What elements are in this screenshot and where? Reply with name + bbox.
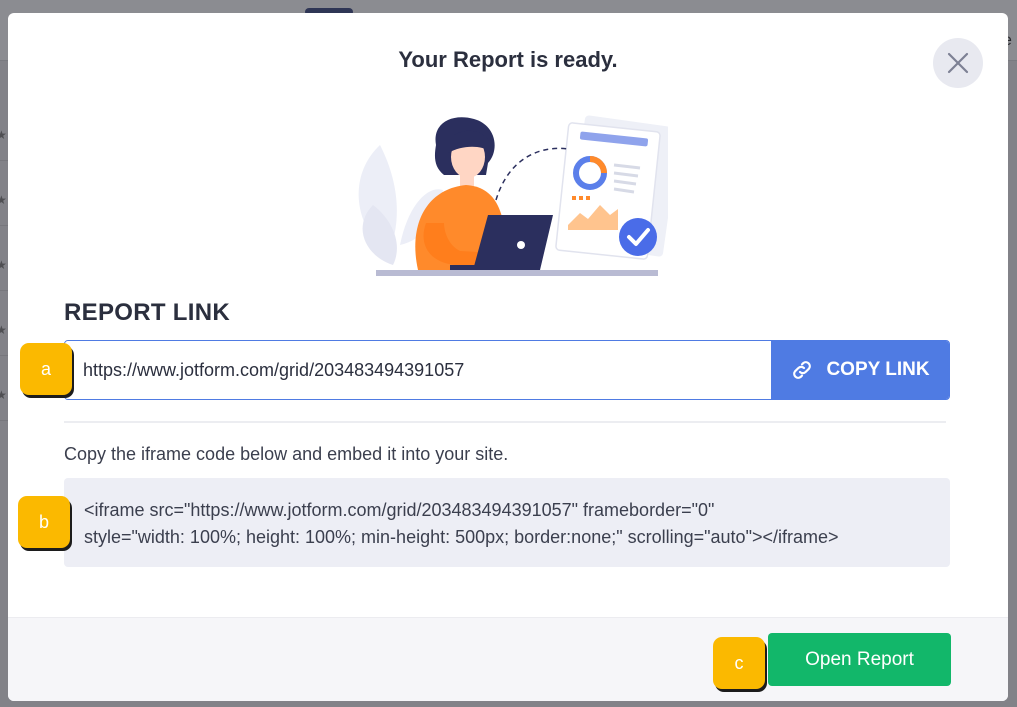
- report-ready-modal: Your Report is ready. REPORT LINK https:…: [8, 13, 1008, 701]
- check-badge-icon: [619, 218, 657, 256]
- report-link-label: REPORT LINK: [64, 299, 230, 326]
- annotation-marker-c: c: [713, 637, 765, 689]
- annotation-marker-a: a: [20, 343, 72, 395]
- open-report-button[interactable]: Open Report: [768, 633, 951, 686]
- close-icon: [947, 52, 969, 74]
- desk-line: [376, 270, 658, 276]
- embed-instructions: Copy the iframe code below and embed it …: [64, 444, 509, 464]
- modal-title: Your Report is ready.: [398, 47, 618, 72]
- iframe-code-box[interactable]: <iframe src="https://www.jotform.com/gri…: [64, 478, 950, 567]
- annotation-marker-b: b: [18, 496, 70, 548]
- report-link-input[interactable]: [65, 341, 771, 399]
- copy-link-button[interactable]: COPY LINK: [771, 341, 949, 399]
- link-icon: [793, 361, 812, 379]
- close-button[interactable]: [933, 38, 983, 88]
- copy-link-label: COPY LINK: [826, 359, 930, 380]
- report-link-row: COPY LINK: [64, 340, 950, 400]
- report-ready-illustration: [358, 115, 668, 276]
- section-divider: [64, 421, 946, 423]
- modal-footer: Open Report: [8, 617, 1008, 701]
